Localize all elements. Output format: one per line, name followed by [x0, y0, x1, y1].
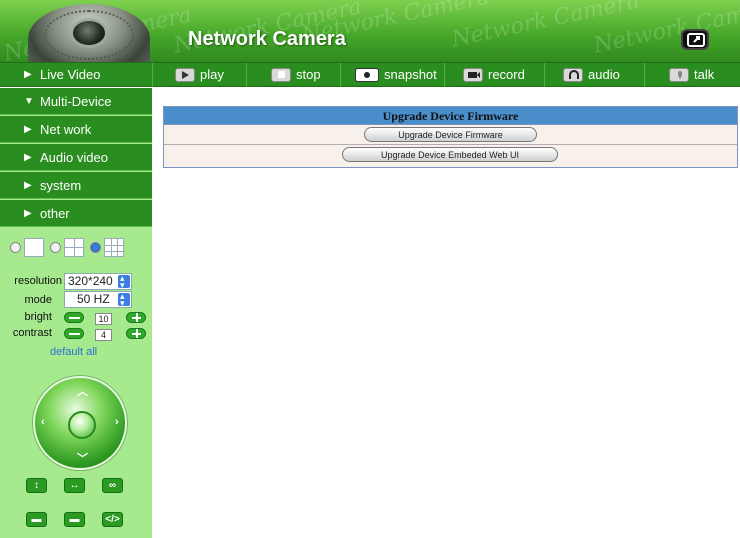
ptz-up-icon: ︿ [77, 386, 88, 398]
io-off-button[interactable]: ▬ [64, 512, 85, 527]
io-on-button[interactable]: ▬ [26, 512, 47, 527]
infinity-icon: ∞ [108, 480, 117, 491]
record-icon [463, 67, 483, 82]
panel-title: Upgrade Device Firmware [164, 107, 737, 125]
stop-label: stop [296, 67, 321, 82]
camera-lens [70, 18, 108, 48]
record-label: record [488, 67, 525, 82]
snapshot-icon [355, 67, 379, 82]
bright-increase-button[interactable] [126, 312, 146, 323]
play-icon [175, 67, 195, 82]
page-title: Network Camera [188, 28, 346, 50]
camera-logo [28, 4, 150, 62]
web-ui-row: Upgrade Device Embeded Web UI [164, 146, 737, 165]
layout-nine-radio[interactable] [90, 242, 101, 253]
horizontal-flip-button[interactable]: ↔ [64, 478, 85, 493]
spinner-icon [118, 271, 130, 293]
record-button[interactable]: record [444, 63, 544, 87]
mode-value: 50 HZ [77, 292, 110, 306]
mode-select[interactable]: 50 HZ [64, 289, 132, 311]
sidebar-item-multi-device[interactable]: ▼ Multi-Device [0, 88, 152, 115]
ptz-left-icon: ‹ [41, 416, 45, 428]
nine-view-icon [104, 238, 124, 257]
layout-single-radio[interactable] [10, 242, 21, 253]
sidebar-item-label: other [40, 206, 70, 221]
talk-icon [669, 67, 689, 82]
layout-quad-radio[interactable] [50, 242, 61, 253]
live-video-label: Live Video [40, 67, 101, 82]
audio-button[interactable]: audio [544, 63, 644, 87]
fullscreen-button[interactable] [681, 29, 709, 50]
contrast-decrease-button[interactable] [64, 328, 84, 339]
triangle-right-icon: ▶ [24, 152, 32, 163]
single-view-icon [24, 238, 44, 257]
sidebar-item-label: system [40, 178, 82, 193]
quad-view-icon [64, 238, 84, 257]
snapshot-button[interactable]: snapshot [340, 63, 444, 87]
code-icon: </> [105, 514, 120, 525]
sidebar-item-label: Audio video [40, 150, 108, 165]
audio-icon [563, 67, 583, 82]
play-label: play [200, 67, 224, 82]
code-button[interactable]: </> [102, 512, 123, 527]
horizontal-flip-icon: ↔ [69, 480, 80, 491]
ptz-control[interactable]: ︿ ﹀ ‹ › [33, 376, 127, 470]
play-button[interactable]: play [152, 63, 246, 87]
firmware-row: Upgrade Device Firmware [164, 126, 737, 145]
sidebar-item-other[interactable]: ▶ other [0, 200, 152, 227]
ptz-center-button[interactable] [68, 411, 96, 439]
bright-value: 10 [95, 313, 112, 325]
talk-button[interactable]: talk [644, 63, 740, 87]
sidebar-item-system[interactable]: ▶ system [0, 172, 152, 199]
audio-label: audio [588, 67, 620, 82]
triangle-down-icon: ▼ [24, 96, 34, 107]
ptz-right-icon: › [115, 416, 119, 428]
bright-label: bright [24, 311, 52, 323]
resolution-select[interactable]: 320*240 [64, 271, 132, 293]
triangle-right-icon: ▶ [24, 69, 32, 80]
resolution-label: resolution [14, 275, 62, 287]
sidebar-item-network[interactable]: ▶ Net work [0, 116, 152, 143]
talk-label: talk [694, 67, 715, 82]
contrast-increase-button[interactable] [126, 328, 146, 339]
sidebar-item-label: Net work [40, 122, 92, 137]
main-content: Upgrade Device Firmware Upgrade Device F… [152, 88, 740, 538]
snapshot-label: snapshot [384, 67, 437, 82]
bright-decrease-button[interactable] [64, 312, 84, 323]
stop-icon [271, 67, 291, 82]
contrast-label: contrast [12, 327, 52, 339]
vertical-flip-icon: ↕ [34, 480, 39, 491]
upgrade-firmware-button[interactable]: Upgrade Device Firmware [364, 127, 537, 142]
cruise-button[interactable]: ∞ [102, 478, 123, 493]
sidebar-item-label: Multi-Device [40, 94, 112, 109]
square-icon: ▬ [69, 514, 80, 525]
sidebar: ▼ Multi-Device ▶ Net work ▶ Audio video … [0, 88, 152, 538]
sidebar-item-audio-video[interactable]: ▶ Audio video [0, 144, 152, 171]
ptz-down-icon: ﹀ [77, 453, 88, 465]
default-all-link[interactable]: default all [50, 346, 97, 358]
mode-label: mode [24, 294, 52, 306]
live-video-menu[interactable]: ▶ Live Video [0, 63, 152, 87]
triangle-right-icon: ▶ [24, 208, 32, 219]
app-header: Network Camera Network Camera Network Ca… [0, 0, 740, 62]
upgrade-web-ui-button[interactable]: Upgrade Device Embeded Web UI [342, 147, 558, 162]
resolution-value: 320*240 [68, 274, 113, 288]
contrast-value: 4 [95, 329, 112, 341]
triangle-right-icon: ▶ [24, 180, 32, 191]
stop-button[interactable]: stop [246, 63, 340, 87]
spinner-icon [118, 289, 130, 311]
toolbar: ▶ Live Video play stop snapshot record a… [0, 62, 740, 87]
vertical-flip-button[interactable]: ↕ [26, 478, 47, 493]
triangle-right-icon: ▶ [24, 124, 32, 135]
fullscreen-icon [687, 33, 705, 47]
firmware-panel: Upgrade Device Firmware Upgrade Device F… [163, 106, 738, 168]
square-icon: ▬ [31, 514, 42, 525]
